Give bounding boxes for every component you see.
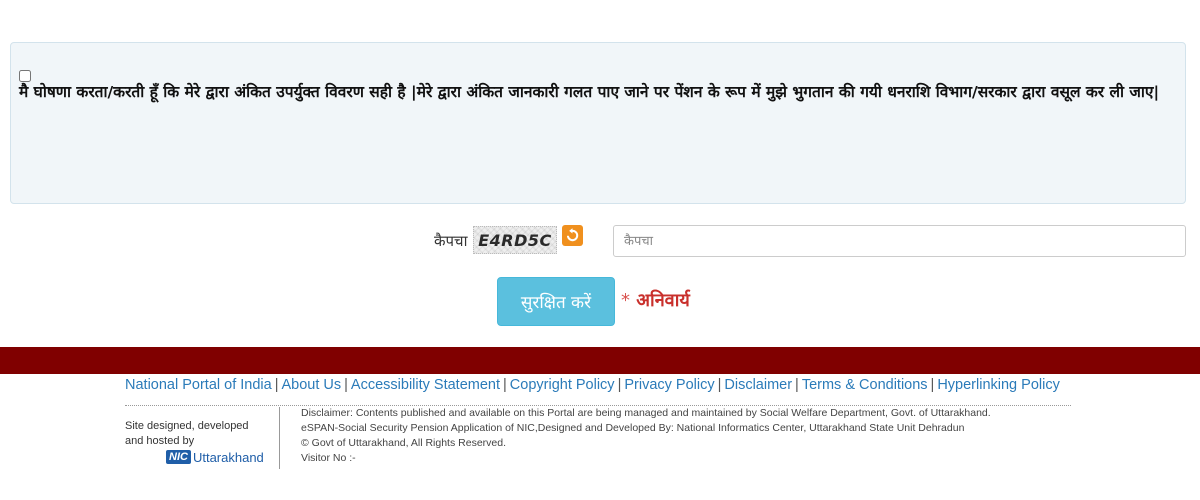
disclaimer-line: eSPAN-Social Security Pension Applicatio… bbox=[301, 422, 965, 434]
declaration-panel: मै घोषणा करता/करती हूँ कि मेरे द्वारा अं… bbox=[10, 42, 1186, 204]
disclaimer-line: Disclaimer: Contents published and avail… bbox=[301, 407, 991, 419]
disclaimer-block: Disclaimer: Contents published and avail… bbox=[301, 406, 1081, 466]
link-separator: | bbox=[795, 377, 799, 393]
footer-link-accessibility[interactable]: Accessibility Statement bbox=[351, 377, 500, 393]
captcha-input[interactable] bbox=[613, 225, 1186, 257]
disclaimer-line: © Govt of Uttarakhand, All Rights Reserv… bbox=[301, 437, 506, 449]
captcha-label: कैपचा bbox=[434, 232, 468, 250]
declaration-text: मै घोषणा करता/करती हूँ कि मेरे द्वारा अं… bbox=[19, 83, 1160, 101]
mandatory-star: * bbox=[621, 290, 630, 311]
captcha-code: E4RD5C bbox=[478, 230, 552, 250]
footer-links: National Portal of India | About Us | Access… bbox=[125, 377, 1085, 393]
link-separator: | bbox=[274, 377, 279, 393]
link-separator: | bbox=[503, 377, 507, 393]
link-separator: | bbox=[930, 377, 935, 393]
footer-link-privacy[interactable]: Privacy Policy bbox=[624, 377, 714, 393]
footer-bar bbox=[0, 347, 1200, 374]
nic-logo[interactable]: NIC Uttarakhand bbox=[166, 449, 264, 465]
visitor-count: Visitor No :- bbox=[301, 452, 356, 464]
refresh-icon bbox=[566, 228, 579, 242]
link-separator: | bbox=[617, 377, 622, 393]
site-credit: Site designed, developed and hosted by bbox=[125, 419, 275, 449]
nic-badge: NIC bbox=[166, 450, 191, 464]
mandatory-note: * अनिवार्य bbox=[621, 288, 690, 312]
mandatory-label: अनिवार्य bbox=[636, 290, 690, 311]
save-button[interactable]: सुरक्षित करें bbox=[497, 277, 615, 326]
footer-link-national-portal[interactable]: National Portal of India bbox=[125, 377, 272, 393]
footer-link-disclaimer[interactable]: Disclaimer bbox=[724, 377, 792, 393]
footer-vertical-divider bbox=[279, 407, 280, 469]
credit-line: and hosted by bbox=[125, 435, 195, 447]
link-separator: | bbox=[344, 377, 348, 393]
captcha-refresh-button[interactable] bbox=[562, 225, 583, 246]
footer-link-terms[interactable]: Terms & Conditions bbox=[802, 377, 928, 393]
credit-line: Site designed, developed bbox=[125, 420, 249, 432]
nic-text: Uttarakhand bbox=[192, 449, 264, 465]
link-separator: | bbox=[717, 377, 722, 393]
footer-link-hyperlinking[interactable]: Hyperlinking Policy bbox=[937, 377, 1060, 393]
captcha-image: E4RD5C bbox=[473, 226, 557, 254]
footer-link-about-us[interactable]: About Us bbox=[281, 377, 341, 393]
footer-link-copyright[interactable]: Copyright Policy bbox=[510, 377, 615, 393]
